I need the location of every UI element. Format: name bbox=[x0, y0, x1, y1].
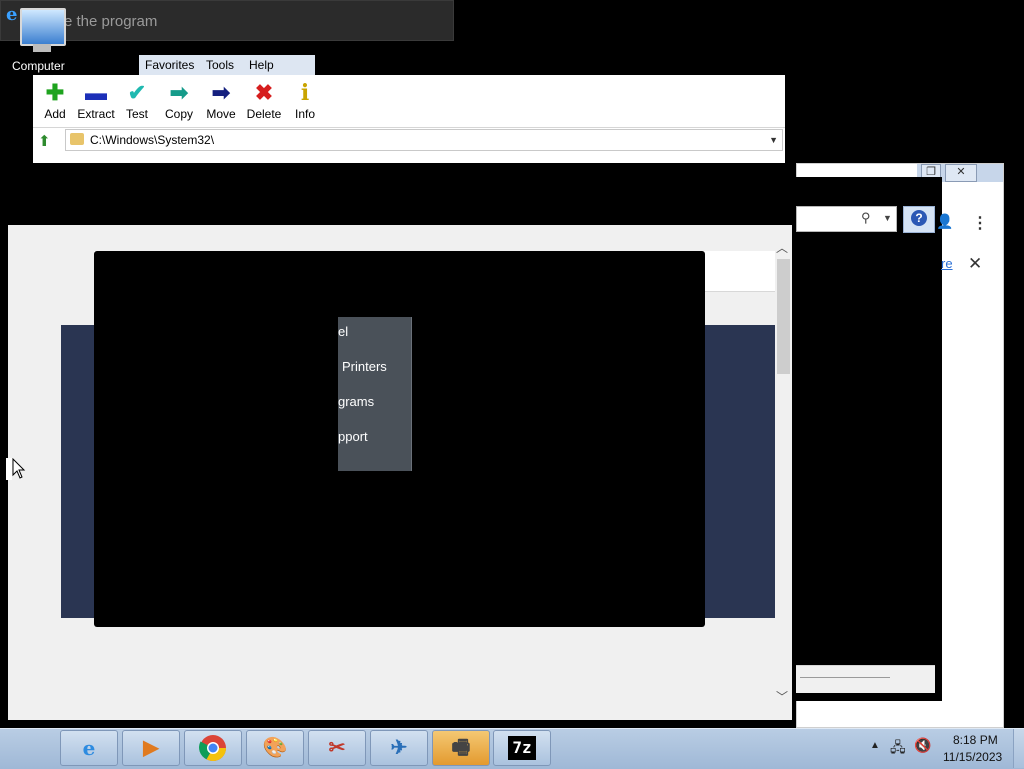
x-icon: ✖ bbox=[254, 80, 274, 105]
chevron-down-icon[interactable]: ▼ bbox=[769, 135, 778, 145]
check-icon: ✔ bbox=[127, 80, 147, 105]
menu-bar: Favorites Tools Help bbox=[139, 55, 315, 75]
more-menu-icon[interactable]: ⋮ bbox=[972, 213, 988, 233]
sevenzip-window: Favorites Tools Help ✚ Add ▬ Extract ✔ T… bbox=[33, 55, 785, 163]
info-icon: i bbox=[300, 80, 310, 106]
path-text: C:\Windows\System32\ bbox=[90, 133, 215, 147]
vertical-scrollbar[interactable]: ︿ ﹀ bbox=[775, 236, 792, 708]
menu-favorites[interactable]: Favorites bbox=[145, 58, 194, 72]
extract-button[interactable]: ▬ Extract bbox=[74, 81, 118, 125]
info-button[interactable]: i Info bbox=[283, 81, 327, 125]
chrome-icon bbox=[199, 735, 227, 762]
close-icon[interactable]: ✕ bbox=[945, 164, 977, 182]
search-icon: ⚲ bbox=[861, 210, 871, 225]
up-folder-icon[interactable]: ⬆ bbox=[38, 132, 51, 150]
tray-expand-icon[interactable]: ▲ bbox=[870, 740, 880, 751]
notification-link[interactable]: re bbox=[941, 256, 953, 271]
monitor-icon bbox=[20, 8, 66, 46]
path-input[interactable]: C:\Windows\System32\ ▼ bbox=[65, 129, 783, 151]
chevron-down-icon[interactable]: ▼ bbox=[883, 213, 892, 223]
taskbar-media-button[interactable]: ▶ bbox=[122, 730, 180, 766]
scissors-icon: ✂ bbox=[328, 737, 346, 759]
taskbar-7zip-button[interactable]: 7z bbox=[493, 730, 551, 766]
ie-icon: e bbox=[6, 4, 18, 25]
menu-item-help-support[interactable]: pport bbox=[338, 429, 368, 444]
add-button[interactable]: ✚ Add bbox=[33, 81, 77, 125]
arrow-right-icon: ➡ bbox=[169, 80, 189, 105]
copy-button[interactable]: ➡ Copy bbox=[157, 81, 201, 125]
search-input[interactable]: ⚲ ▼ bbox=[796, 206, 897, 232]
clock-time[interactable]: 8:18 PM bbox=[953, 733, 998, 747]
menu-item-control-panel[interactable]: el bbox=[338, 324, 348, 339]
delete-button[interactable]: ✖ Delete bbox=[242, 81, 286, 125]
arrow-right-icon: ➡ bbox=[211, 80, 231, 105]
clock-date[interactable]: 11/15/2023 bbox=[943, 750, 1002, 764]
menu-tools[interactable]: Tools bbox=[206, 58, 234, 72]
taskbar-snipping-button[interactable]: ✂ bbox=[308, 730, 366, 766]
close-icon[interactable]: ✕ bbox=[968, 254, 982, 274]
column-header-strip bbox=[33, 153, 785, 163]
help-icon: ? bbox=[911, 210, 927, 226]
chevron-up-icon[interactable]: ︿ bbox=[776, 239, 788, 256]
test-button[interactable]: ✔ Test bbox=[115, 81, 159, 125]
minus-icon: ▬ bbox=[85, 80, 107, 105]
ie-icon: e bbox=[82, 736, 96, 760]
help-button[interactable]: ? bbox=[903, 206, 935, 233]
palette-icon: 🎨 bbox=[262, 737, 288, 759]
start-menu-fragment: el Printers grams pport bbox=[338, 317, 412, 471]
menu-help[interactable]: Help bbox=[249, 58, 274, 72]
move-button[interactable]: ➡ Move bbox=[199, 81, 243, 125]
paper-plane-icon: ✈ bbox=[390, 737, 408, 759]
plus-icon: ✚ bbox=[45, 80, 65, 105]
status-bar bbox=[796, 665, 935, 693]
dark-overlay-right bbox=[796, 177, 942, 701]
fax-icon: 🖷 bbox=[451, 737, 471, 759]
menu-item-devices-printers[interactable]: Printers bbox=[342, 359, 387, 374]
address-bar: ⬆ C:\Windows\System32\ ▼ bbox=[33, 127, 785, 154]
media-player-icon: ▶ bbox=[143, 737, 159, 759]
volume-muted-icon[interactable]: 🔇 bbox=[914, 737, 931, 754]
taskbar-chrome-button[interactable] bbox=[184, 730, 242, 766]
taskbar-paint-button[interactable]: 🎨 bbox=[246, 730, 304, 766]
user-icon[interactable]: 👤 bbox=[936, 213, 953, 230]
network-icon[interactable]: 🖧 bbox=[890, 737, 906, 761]
mouse-cursor-icon bbox=[6, 458, 26, 480]
scroll-thumb[interactable] bbox=[777, 259, 790, 374]
taskbar-ie-button[interactable]: e bbox=[60, 730, 118, 766]
show-desktop-button[interactable] bbox=[1013, 729, 1024, 768]
folder-icon bbox=[70, 133, 84, 145]
taskbar-send-button[interactable]: ✈ bbox=[370, 730, 428, 766]
sevenzip-icon: 7z bbox=[508, 736, 536, 760]
chevron-down-icon[interactable]: ﹀ bbox=[776, 688, 788, 705]
toolbar: ✚ Add ▬ Extract ✔ Test ➡ Copy ➡ Move ✖ D… bbox=[33, 75, 785, 127]
menu-item-default-programs[interactable]: grams bbox=[338, 394, 374, 409]
taskbar-fax-button[interactable]: 🖷 bbox=[432, 730, 490, 766]
